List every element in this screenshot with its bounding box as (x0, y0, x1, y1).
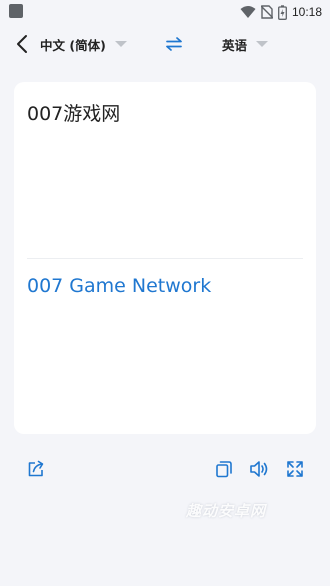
notification-icon (9, 4, 23, 18)
copy-icon (216, 461, 232, 478)
source-language-selector[interactable]: 中文 (简体) (40, 33, 127, 55)
chevron-left-icon (17, 35, 27, 53)
speaker-icon (250, 461, 268, 477)
swap-languages-button[interactable] (163, 33, 185, 55)
source-language-label: 中文 (简体) (40, 37, 106, 53)
swap-arrows-icon (166, 37, 182, 51)
wifi-icon (240, 6, 256, 18)
fullscreen-icon (287, 461, 303, 477)
divider (27, 258, 303, 259)
target-language-label: 英语 (222, 37, 248, 53)
share-icon (28, 460, 44, 477)
back-button[interactable] (8, 30, 36, 58)
chevron-down-icon (114, 41, 127, 47)
share-button[interactable] (25, 458, 47, 480)
fullscreen-button[interactable] (284, 458, 306, 480)
no-sim-icon (260, 5, 273, 19)
translation-card: 007游戏网 007 Game Network (14, 82, 316, 434)
status-bar: 10:18 (0, 0, 330, 24)
translate-toolbar: 中文 (简体) 英语 (0, 24, 330, 64)
speak-button[interactable] (248, 458, 270, 480)
battery-charging-icon (278, 4, 287, 20)
watermark: 趣动安卓网 (186, 502, 267, 520)
copy-button[interactable] (213, 458, 235, 480)
status-icons: 10:18 (240, 3, 322, 21)
translated-text[interactable]: 007 Game Network (27, 275, 211, 297)
status-time: 10:18 (291, 5, 322, 19)
target-language-selector[interactable]: 英语 (222, 33, 269, 55)
chevron-down-icon (256, 41, 269, 47)
source-text[interactable]: 007游戏网 (27, 99, 120, 126)
